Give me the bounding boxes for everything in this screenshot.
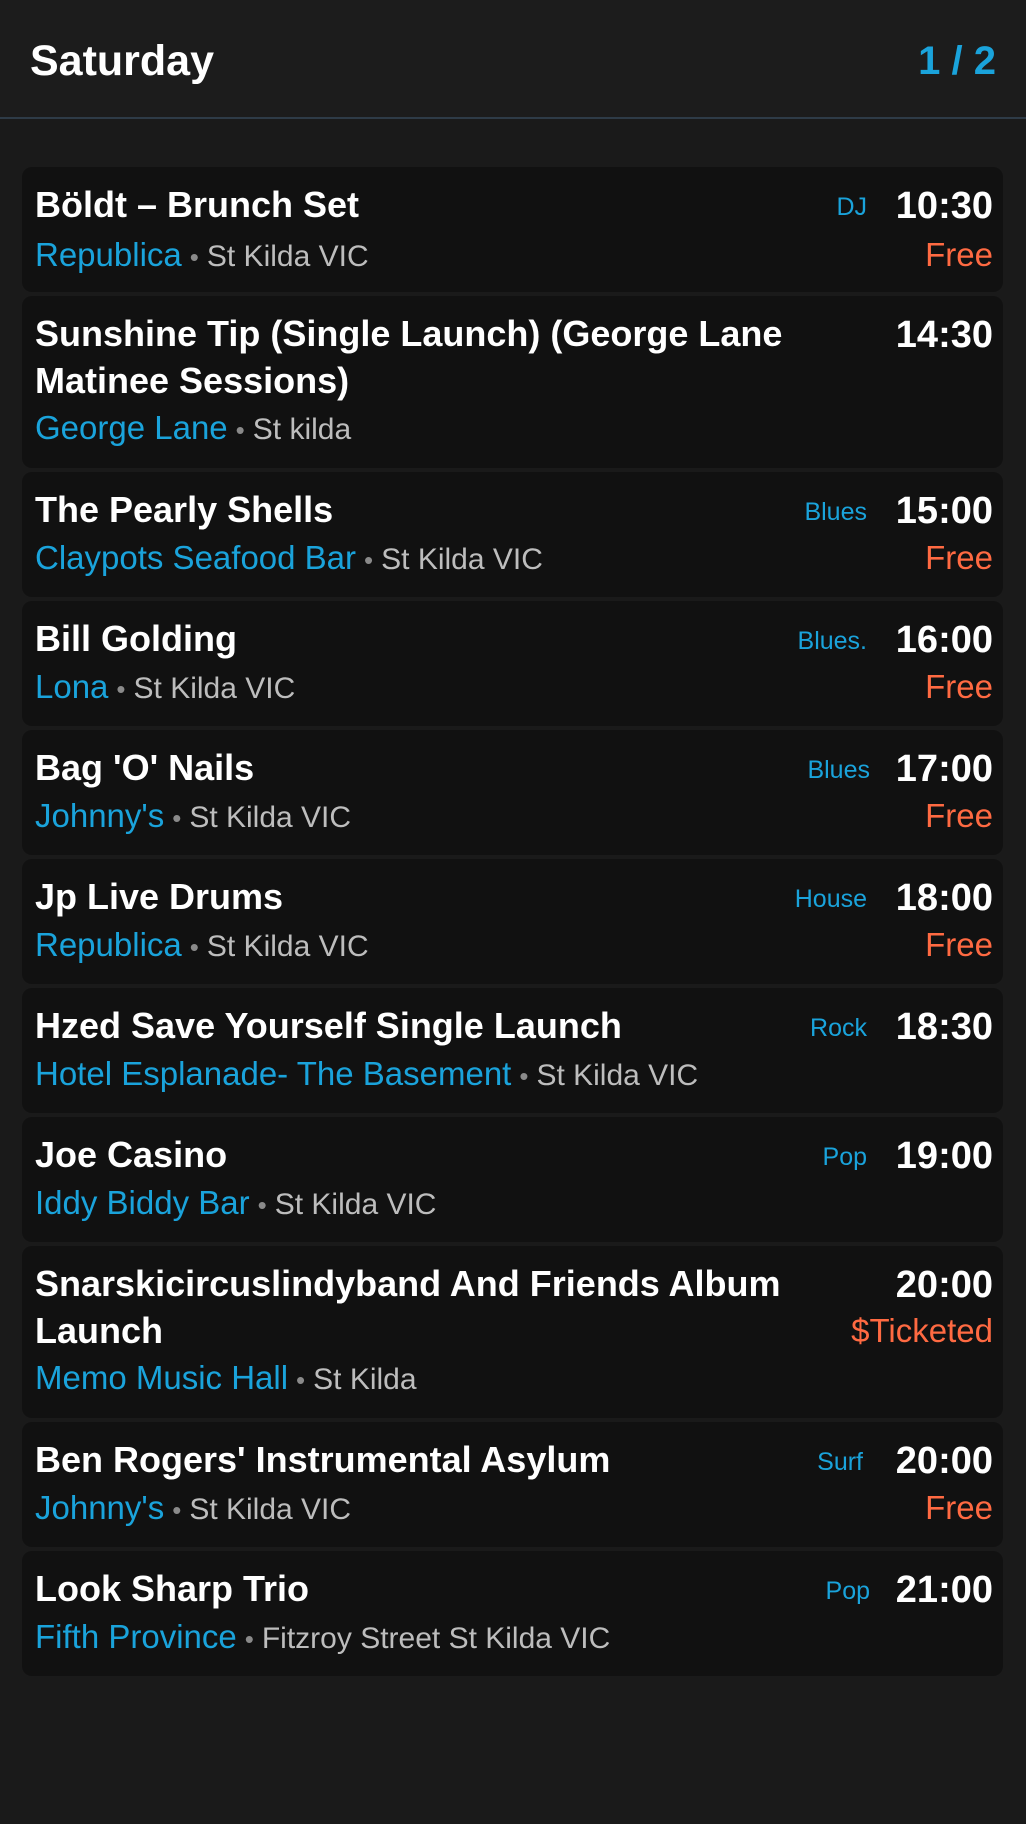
venue-link[interactable]: Iddy Biddy Bar xyxy=(35,1184,250,1221)
event-venue-line: Lona • St Kilda VIC xyxy=(35,666,295,710)
event-title: Böldt – Brunch Set xyxy=(35,184,360,225)
venue-link[interactable]: Hotel Esplanade- The Basement xyxy=(35,1055,511,1092)
event-location: St Kilda VIC xyxy=(189,1493,352,1526)
event-card[interactable]: Böldt – Brunch Set Republica • St Kilda VI… xyxy=(22,167,1003,292)
event-card[interactable]: Sunshine Tip (Single Launch) (George Lan… xyxy=(22,296,1003,468)
event-title: Bag 'O' Nails xyxy=(35,747,255,788)
event-location: St Kilda VIC xyxy=(206,930,369,963)
event-time: 20:00 xyxy=(895,1264,993,1306)
event-card[interactable]: Bag 'O' Nails Johnny's • St Kilda VIC Blue… xyxy=(22,730,1003,855)
genre-tag: Blues. xyxy=(797,627,867,655)
genre-tag: Blues xyxy=(807,756,870,784)
event-time: 18:00 xyxy=(895,877,993,919)
event-location: St Kilda VIC xyxy=(133,672,296,705)
event-title: Sunshine Tip (Single Launch) (George Lan… xyxy=(35,313,783,401)
event-card[interactable]: Hzed Save Yourself Single Launch Hotel E… xyxy=(22,988,1003,1113)
separator-dot: • xyxy=(189,932,199,962)
event-location: St Kilda VIC xyxy=(206,240,369,273)
separator-dot: • xyxy=(172,803,182,833)
separator-dot: • xyxy=(189,242,199,272)
event-venue-line: Fifth Province • Fitzroy Street St Kilda V… xyxy=(35,1616,610,1660)
event-location: St Kilda VIC xyxy=(189,801,352,834)
event-venue-line: Claypots Seafood Bar • St Kilda VIC xyxy=(35,537,543,581)
page-indicator[interactable]: 1 / 2 xyxy=(918,36,996,86)
event-time: 17:00 xyxy=(895,748,993,790)
genre-tag: DJ xyxy=(836,193,867,221)
separator-dot: • xyxy=(257,1190,267,1220)
venue-link[interactable]: Republica xyxy=(35,236,182,273)
event-title: Ben Rogers' Instrumental Asylum xyxy=(35,1439,611,1480)
event-card[interactable]: Bill Golding Lona • St Kilda VIC Blues. 16… xyxy=(22,601,1003,726)
event-venue-line: Johnny's • St Kilda VIC xyxy=(35,1487,351,1531)
event-title: The Pearly Shells xyxy=(35,489,334,530)
event-time: 20:00 xyxy=(895,1440,993,1482)
page-title: Saturday xyxy=(30,37,215,85)
event-time: 21:00 xyxy=(895,1569,993,1611)
separator-dot: • xyxy=(235,415,245,445)
event-card[interactable]: Snarskicircuslindyband And Friends Album… xyxy=(22,1246,1003,1418)
event-price: Free xyxy=(925,797,993,834)
venue-link[interactable]: George Lane xyxy=(35,409,228,446)
genre-tag: Surf xyxy=(817,1448,863,1476)
separator-dot: • xyxy=(244,1624,254,1654)
event-location: St Kilda VIC xyxy=(381,543,543,576)
event-venue-line: Hotel Esplanade- The Basement • St Kilda V… xyxy=(35,1053,698,1097)
event-time: 14:30 xyxy=(895,314,993,356)
event-price: Free xyxy=(925,1489,993,1526)
event-list: Böldt – Brunch Set Republica • St Kilda VI… xyxy=(22,167,1003,1680)
event-location: Fitzroy Street St Kilda VIC xyxy=(261,1622,611,1655)
event-venue-line: Republica • St Kilda VIC xyxy=(35,924,369,968)
event-price: $Ticketed xyxy=(851,1312,993,1349)
genre-tag: Pop xyxy=(822,1143,867,1171)
event-venue-line: Memo Music Hall • St Kilda xyxy=(35,1357,417,1401)
event-location: St Kilda VIC xyxy=(536,1059,699,1092)
event-venue-line: Johnny's • St Kilda VIC xyxy=(35,795,351,839)
event-card[interactable]: The Pearly Shells Claypots Seafood Bar • S… xyxy=(22,472,1003,597)
event-title: Look Sharp Trio xyxy=(35,1568,310,1609)
event-time: 10:30 xyxy=(895,185,993,227)
genre-tag: House xyxy=(794,885,867,913)
event-time: 18:30 xyxy=(895,1006,993,1048)
event-location: St Kilda VIC xyxy=(274,1188,437,1221)
separator-dot: • xyxy=(116,674,126,704)
event-title: Hzed Save Yourself Single Launch xyxy=(35,1005,622,1046)
event-location: St Kilda xyxy=(313,1363,417,1396)
genre-tag: Rock xyxy=(810,1014,867,1042)
venue-link[interactable]: Johnny's xyxy=(35,797,164,834)
genre-tag: Pop xyxy=(825,1577,870,1605)
event-card[interactable]: Look Sharp Trio Fifth Province • Fitzroy S… xyxy=(22,1551,1003,1676)
genre-tag: Blues xyxy=(804,498,867,526)
event-price: Free xyxy=(925,668,993,705)
event-title: Jp Live Drums xyxy=(35,876,284,917)
event-price: Free xyxy=(925,539,993,576)
event-title: Joe Casino xyxy=(35,1134,228,1175)
event-title: Bill Golding xyxy=(35,618,237,659)
separator-dot: • xyxy=(364,545,374,575)
header-bar: Saturday 1 / 2 xyxy=(0,0,1026,119)
event-price: Free xyxy=(925,926,993,963)
event-card[interactable]: Joe Casino Iddy Biddy Bar • St Kilda VIC P… xyxy=(22,1117,1003,1242)
event-venue-line: George Lane • St kilda xyxy=(35,407,351,451)
venue-link[interactable]: Fifth Province xyxy=(35,1618,237,1655)
event-time: 16:00 xyxy=(895,619,993,661)
venue-link[interactable]: Johnny's xyxy=(35,1489,164,1526)
event-location: St kilda xyxy=(252,413,352,446)
event-venue-line: Iddy Biddy Bar • St Kilda VIC xyxy=(35,1182,436,1226)
event-time: 19:00 xyxy=(895,1135,993,1177)
event-price: Free xyxy=(925,236,993,273)
separator-dot: • xyxy=(172,1495,182,1525)
event-time: 15:00 xyxy=(895,490,993,532)
venue-link[interactable]: Republica xyxy=(35,926,182,963)
separator-dot: • xyxy=(296,1365,306,1395)
separator-dot: • xyxy=(519,1061,529,1091)
event-venue-line: Republica • St Kilda VIC xyxy=(35,234,369,278)
event-card[interactable]: Jp Live Drums Republica • St Kilda VIC Hou… xyxy=(22,859,1003,984)
event-title: Snarskicircuslindyband And Friends Album… xyxy=(35,1263,781,1351)
event-card[interactable]: Ben Rogers' Instrumental Asylum Johnny's… xyxy=(22,1422,1003,1547)
venue-link[interactable]: Claypots Seafood Bar xyxy=(35,539,356,576)
venue-link[interactable]: Lona xyxy=(35,668,108,705)
venue-link[interactable]: Memo Music Hall xyxy=(35,1359,288,1396)
